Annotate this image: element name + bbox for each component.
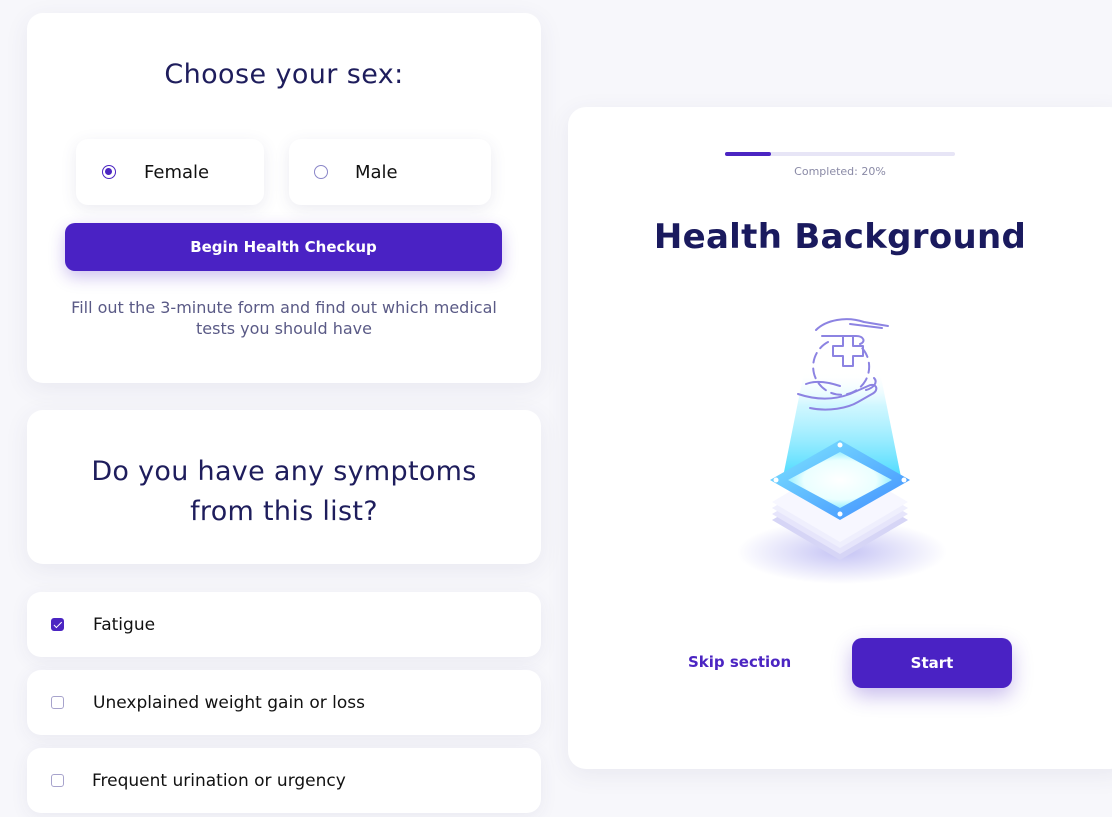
begin-health-checkup-button[interactable]: Begin Health Checkup xyxy=(65,223,502,271)
female-option[interactable]: Female xyxy=(76,139,264,205)
skip-section-link[interactable]: Skip section xyxy=(688,653,791,671)
symptoms-question-card: Do you have any symptoms from this list? xyxy=(27,410,541,564)
symptom-row-weight-change[interactable]: Unexplained weight gain or loss xyxy=(27,670,541,735)
progress-text: Completed: 20% xyxy=(794,165,886,178)
sex-card-description: Fill out the 3-minute form and find out … xyxy=(71,298,497,338)
symptom-label: Unexplained weight gain or loss xyxy=(93,692,365,713)
symptom-row-frequent-urination[interactable]: Frequent urination or urgency xyxy=(27,748,541,813)
male-option-label: Male xyxy=(355,161,398,183)
sex-card-title: Choose your sex: xyxy=(164,59,404,90)
male-radio[interactable] xyxy=(314,165,328,179)
health-care-hand-icon xyxy=(737,318,947,584)
start-button[interactable]: Start xyxy=(852,638,1012,688)
symptom-label: Fatigue xyxy=(93,614,156,635)
progress-bar xyxy=(725,152,955,156)
female-option-label: Female xyxy=(144,161,210,183)
health-background-card: Completed: 20% Health Background Skip se… xyxy=(568,107,1112,769)
sex-selection-card: Choose your sex: Female Male Begin Healt… xyxy=(27,13,541,383)
symptom-checkbox-frequent-urination[interactable] xyxy=(51,774,64,787)
symptom-label: Frequent urination or urgency xyxy=(92,770,346,791)
symptoms-question-title: Do you have any symptoms from this list? xyxy=(91,456,477,527)
symptom-row-fatigue[interactable]: Fatigue xyxy=(27,592,541,657)
male-option[interactable]: Male xyxy=(289,139,491,205)
symptom-checkbox-weight-change[interactable] xyxy=(51,696,64,709)
health-background-title: Health Background xyxy=(653,217,1027,257)
symptom-checkbox-fatigue[interactable] xyxy=(51,618,64,631)
female-radio[interactable] xyxy=(102,165,116,179)
progress-bar-fill xyxy=(725,152,771,156)
